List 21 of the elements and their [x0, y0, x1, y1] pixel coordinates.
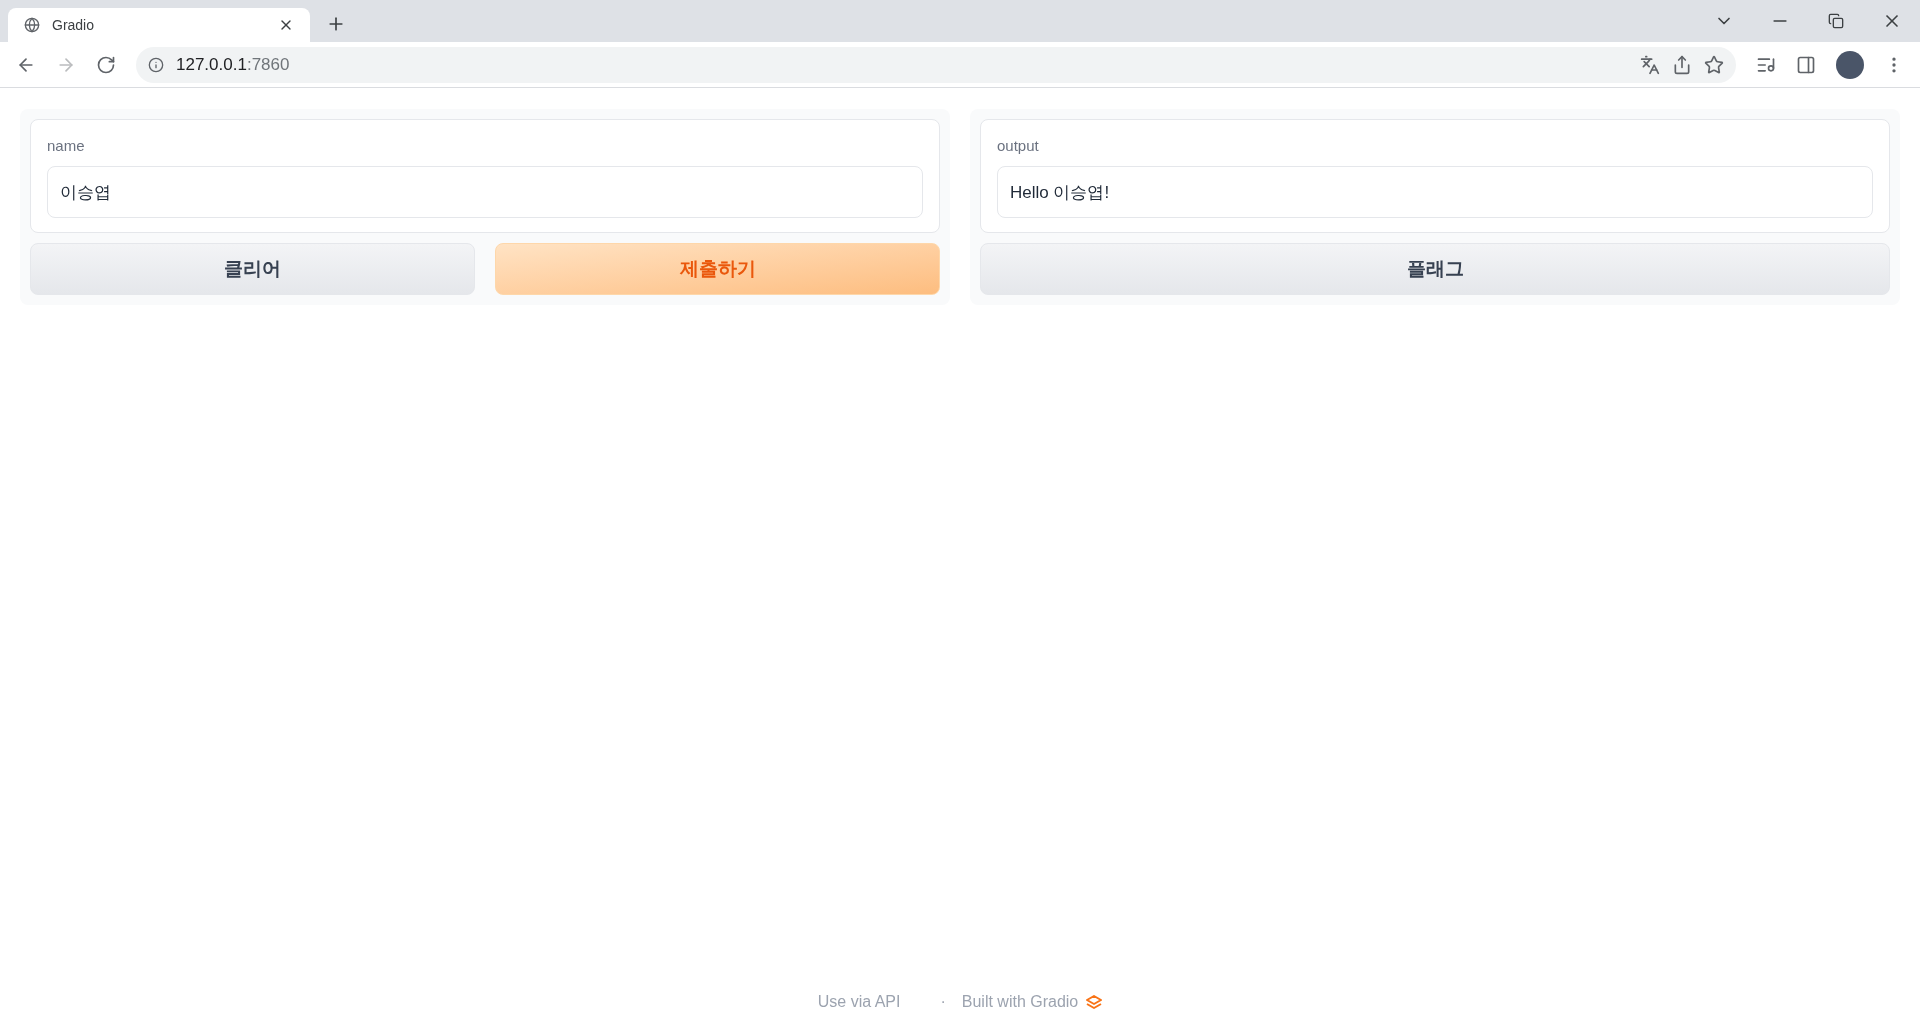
restore-icon[interactable]: [1828, 13, 1844, 29]
field-label: output: [997, 136, 1040, 156]
action-button[interactable]: 플래그: [980, 243, 1890, 295]
translate-icon[interactable]: [1640, 54, 1660, 75]
share-icon[interactable]: [1672, 54, 1692, 75]
input-field[interactable]: 이승엽: [47, 166, 923, 218]
bookmark-star-icon[interactable]: [1704, 54, 1724, 75]
address-bar[interactable]: 127.0.0.1:7860: [136, 46, 1736, 83]
url-text: 127.0.0.1:7860: [176, 53, 291, 76]
profile-avatar[interactable]: [1836, 50, 1864, 79]
separator-dot: ·: [940, 992, 946, 1012]
field-label: name: [47, 136, 86, 156]
reload-icon[interactable]: [96, 54, 116, 75]
output-field[interactable]: Hello 이승엽!: [997, 166, 1873, 218]
action-button[interactable]: 클리어: [30, 243, 475, 295]
logo-icon: [1086, 995, 1103, 1009]
side-panel-icon[interactable]: [1796, 54, 1816, 75]
tab-title: Gradio: [52, 15, 96, 35]
browser-tab[interactable]: Gradio: [8, 8, 310, 42]
globe-icon: [24, 17, 40, 33]
info-icon: [148, 56, 164, 73]
